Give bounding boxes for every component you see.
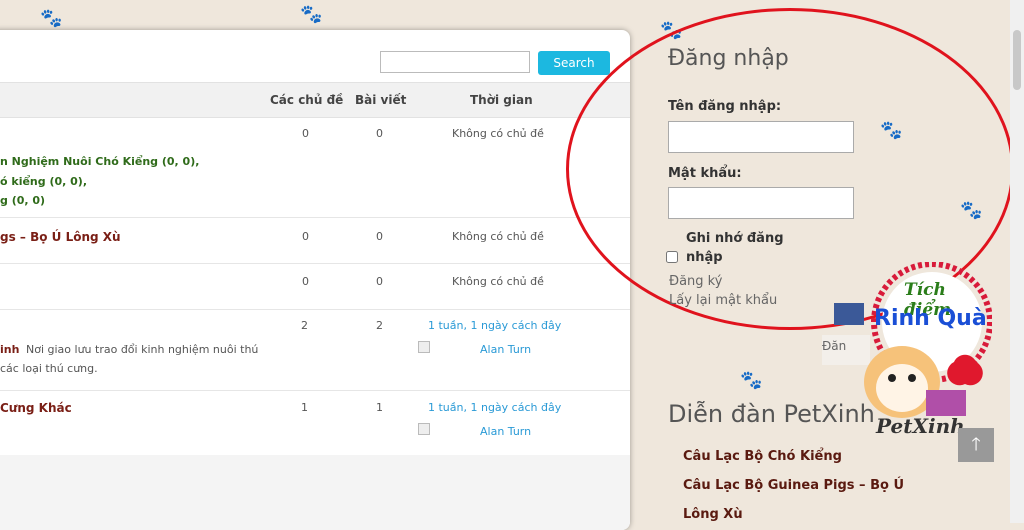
table-row: inh Nơi giao lưu trao đổi kinh nghiệm nu… (0, 310, 630, 391)
badge-brand: PetXinh (876, 414, 965, 438)
topic-count: 1 (301, 401, 308, 414)
header-posts: Bài viết (355, 93, 407, 107)
forum-panel: Search Các chủ đề Bài viết Thời gian 0 0… (0, 30, 630, 530)
paw-pattern-icon: 🐾 (40, 8, 63, 29)
forum-description: các loại thú cưng. (0, 362, 98, 375)
username-label: Tên đăng nhập: (668, 99, 782, 114)
table-row: gs – Bọ Ú Lông Xù 0 0 Không có chủ đề (0, 218, 630, 264)
author-link[interactable]: Alan Turn (480, 425, 531, 438)
header-time: Thời gian (470, 93, 533, 107)
remember-label: Ghi nhớ đăng (686, 231, 784, 246)
login-title: Đăng nhập (668, 46, 789, 71)
forum-title-link[interactable]: Cưng Khác (0, 401, 72, 415)
badge-line2: Rinh Quà (874, 306, 987, 331)
forum-title-link[interactable]: inh (0, 343, 19, 356)
header-topics: Các chủ đề (270, 93, 344, 107)
forum-link[interactable]: Lông Xù (683, 507, 743, 522)
last-post: Không có chủ đề (452, 275, 544, 288)
topic-count: 2 (301, 319, 308, 332)
username-input[interactable] (668, 121, 854, 153)
search-input[interactable] (380, 51, 530, 73)
scroll-top-button[interactable]: 🡑 (958, 428, 994, 462)
panel-footer (0, 455, 630, 530)
topic-count: 0 (302, 127, 309, 140)
table-row: 0 0 Không có chủ đề n Nghiệm Nuôi Chó Ki… (0, 117, 630, 218)
topic-count: 0 (302, 230, 309, 243)
post-count: 0 (376, 275, 383, 288)
scrollbar-thumb[interactable] (1013, 30, 1021, 90)
promo-badge[interactable]: Tích điểm Rinh Quà PetXinh (862, 261, 993, 444)
table-header: Các chủ đề Bài viết Thời gian (0, 82, 630, 118)
subforum-link[interactable]: g (0, 0) (0, 194, 45, 207)
password-input[interactable] (668, 187, 854, 219)
avatar-icon (418, 423, 430, 435)
last-post: Không có chủ đề (452, 230, 544, 243)
post-count: 0 (376, 230, 383, 243)
post-count: 1 (376, 401, 383, 414)
password-label: Mật khẩu: (668, 166, 742, 181)
subforum-link[interactable]: n Nghiệm Nuôi Chó Kiểng (0, 0), (0, 155, 199, 168)
facebook-icon[interactable] (834, 303, 864, 325)
forum-link[interactable]: Câu Lạc Bộ Guinea Pigs – Bọ Ú (683, 478, 904, 493)
topic-count: 0 (302, 275, 309, 288)
register-link[interactable]: Đăng ký (669, 274, 722, 289)
table-row: 0 0 Không có chủ đề (0, 264, 630, 310)
forum-description: Nơi giao lưu trao đổi kinh nghiệm nuôi t… (26, 343, 259, 356)
remember-label-2: nhập (686, 250, 723, 265)
forum-title-link[interactable]: gs – Bọ Ú Lông Xù (0, 230, 121, 244)
arrow-up-icon: 🡑 (971, 434, 981, 455)
post-count: 2 (376, 319, 383, 332)
post-count: 0 (376, 127, 383, 140)
last-post-link[interactable]: 1 tuần, 1 ngày cách đây (428, 401, 561, 414)
subforum-link[interactable]: ó kiểng (0, 0), (0, 175, 87, 188)
paw-pattern-icon: 🐾 (740, 370, 763, 391)
search-button[interactable]: Search (538, 51, 610, 75)
author-link[interactable]: Alan Turn (480, 343, 531, 356)
table-row: Cưng Khác 1 1 1 tuần, 1 ngày cách đây Al… (0, 391, 630, 455)
last-post-link[interactable]: 1 tuần, 1 ngày cách đây (428, 319, 561, 332)
paw-pattern-icon: 🐾 (300, 4, 323, 25)
recover-password-link[interactable]: Lấy lại mật khẩu (669, 293, 777, 308)
remember-checkbox[interactable] (666, 251, 678, 263)
last-post: Không có chủ đề (452, 127, 544, 140)
forum-list-title: Diễn đàn PetXinh (668, 400, 875, 428)
forum-link[interactable]: Câu Lạc Bộ Chó Kiểng (683, 449, 842, 464)
avatar-icon (418, 341, 430, 353)
